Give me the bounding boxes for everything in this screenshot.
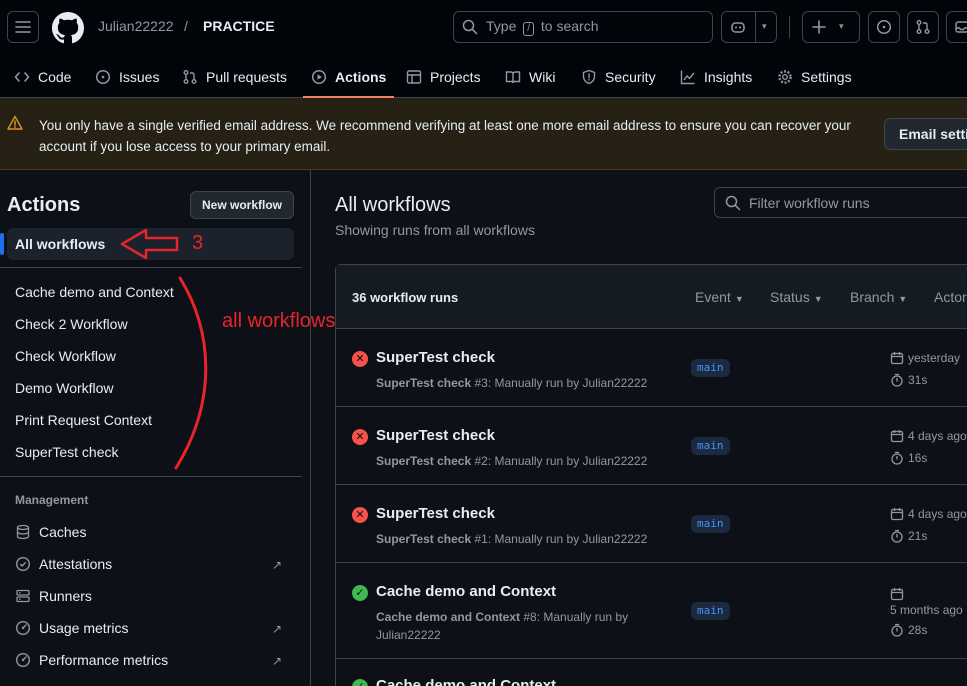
- annotation-label: all workflows: [222, 310, 336, 332]
- annotation-bracket: [174, 276, 208, 470]
- annotation-arrow: [120, 228, 179, 260]
- annotation-number: 3: [192, 232, 204, 254]
- annotation-overlay: [120, 228, 208, 470]
